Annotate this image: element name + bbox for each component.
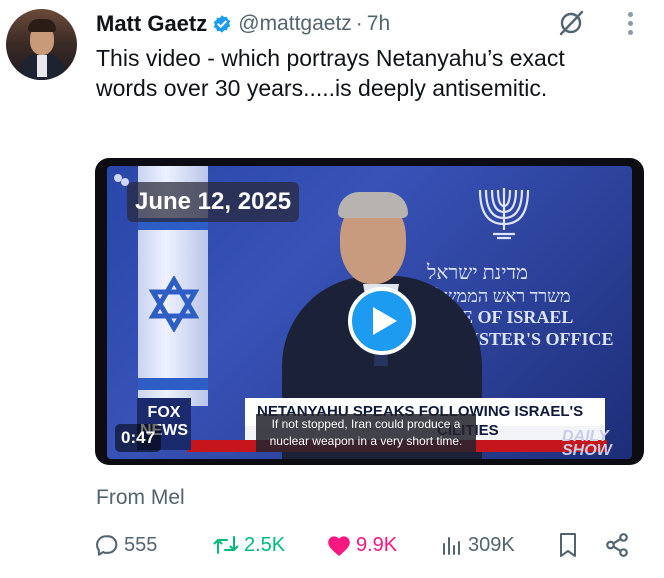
backdrop-english-line-1: E OF ISRAEL [461,307,574,327]
tweet-text: This video - which portrays Netanyahu’s … [96,45,565,101]
repost-button[interactable]: 2.5K [212,530,285,560]
menorah-emblem [478,188,530,240]
share-icon [606,533,628,557]
timestamp-link[interactable]: 7h [367,12,390,36]
show-logo: DAILY SHOW [562,428,612,459]
views-count: 309K [468,533,515,556]
play-button[interactable] [348,287,416,355]
avatar-shirt [37,55,47,77]
avatar[interactable] [6,9,77,80]
grok-icon[interactable] [555,8,587,38]
like-icon [328,536,350,557]
backdrop-english-line-2: NISTER'S OFFICE [459,329,614,349]
video-subtitle: If not stopped, Iran could produce a nuc… [256,414,476,452]
play-icon [372,307,397,335]
handle[interactable]: @mattgaetz [238,12,352,36]
video-player[interactable]: מדינת ישראל משרד ראש הממשלה E OF ISRAEL … [95,158,644,465]
display-name[interactable]: Matt Gaetz [96,11,207,37]
speaker-hair [338,192,408,218]
more-icon[interactable] [626,12,634,38]
like-button[interactable]: 9.9K [326,530,397,560]
like-count: 9.9K [356,533,398,556]
bookmark-button[interactable] [556,530,580,560]
verified-badge-icon [212,14,232,34]
views-icon [443,537,460,555]
bookmark-icon [560,533,576,557]
backdrop-hebrew-line-1: מדינת ישראל [427,262,529,284]
repost-icon [213,536,239,554]
action-bar: 555 2.5K 9.9K 309K [94,530,634,560]
share-button[interactable] [604,530,630,560]
avatar-hair [28,19,56,32]
reply-icon [96,535,118,556]
video-duration: 0:47 [115,424,162,452]
video-frame[interactable]: מדינת ישראל משרד ראש הממשלה E OF ISRAEL … [107,166,632,459]
date-overlay: June 12, 2025 [127,182,300,222]
reply-count: 555 [124,533,158,556]
separator-dot: · [355,12,363,35]
reply-button[interactable]: 555 [94,530,157,560]
source-label: From Mel [96,486,185,509]
tweet-header: Matt Gaetz @mattgaetz · 7h [96,11,390,37]
repost-count: 2.5K [244,533,286,556]
views-button[interactable]: 309K [440,530,515,560]
